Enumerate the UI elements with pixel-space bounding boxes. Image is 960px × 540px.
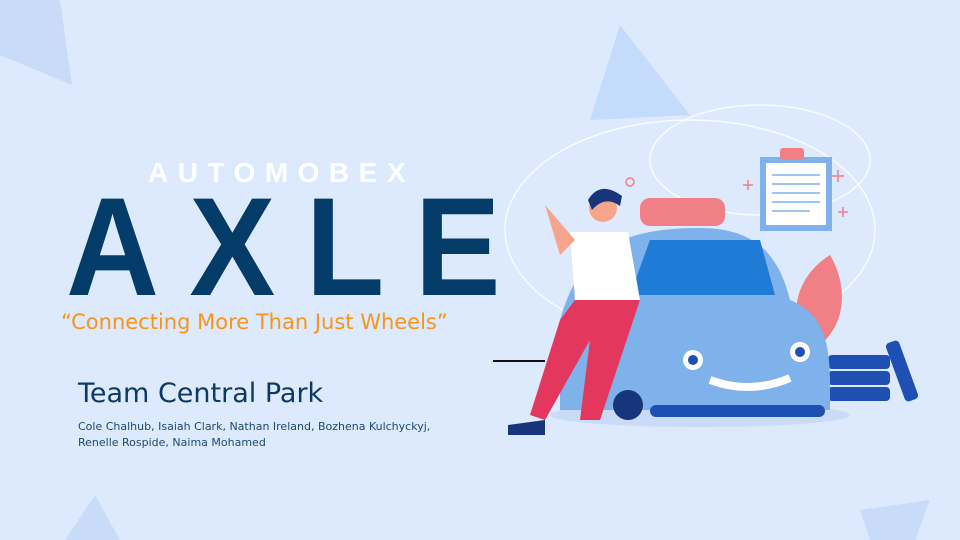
product-title: AXLE [66, 168, 531, 325]
triangle-decoration [65, 495, 120, 540]
team-members: Cole Chalhub, Isaiah Clark, Nathan Irela… [78, 419, 458, 451]
triangle-decoration [860, 500, 930, 540]
team-name: Team Central Park [78, 378, 324, 409]
tire-stack [828, 340, 919, 402]
clipboard-icon [760, 148, 832, 231]
triangle-decoration [590, 25, 690, 120]
tagline: “Connecting More Than Just Wheels” [61, 310, 448, 334]
triangle-decoration [0, 0, 72, 85]
members-line: Renelle Rospide, Naima Mohamed [78, 436, 266, 449]
members-line: Cole Chalhub, Isaiah Clark, Nathan Irela… [78, 420, 431, 433]
